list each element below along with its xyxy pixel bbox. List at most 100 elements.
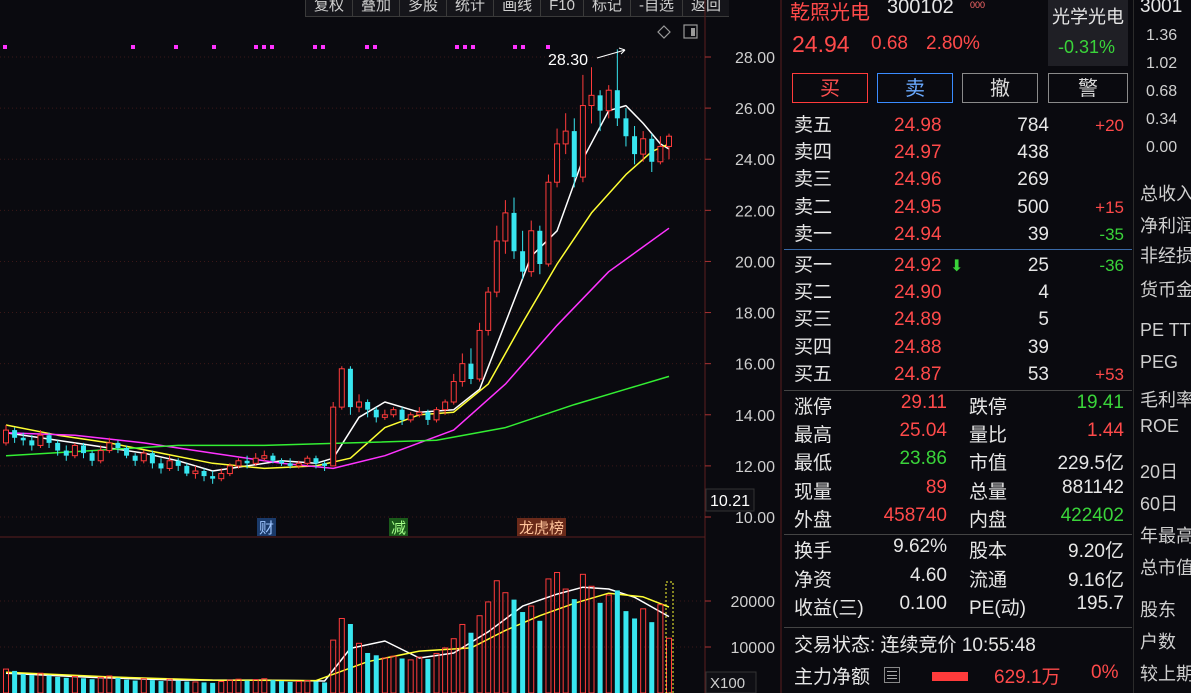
candle-body[interactable] [37, 434, 44, 446]
candle-body[interactable] [365, 402, 371, 410]
candle-body[interactable] [338, 368, 345, 408]
candle-body[interactable] [537, 230, 543, 264]
candle-body[interactable] [554, 143, 561, 183]
sell-button[interactable]: 卖 [877, 73, 953, 103]
candle-body[interactable] [295, 462, 302, 467]
candle-body[interactable] [571, 131, 577, 178]
candle-body[interactable] [184, 465, 190, 474]
candle-body[interactable] [124, 448, 130, 456]
candle-body[interactable] [502, 212, 509, 242]
candle-body[interactable] [468, 363, 474, 379]
candle-body[interactable] [632, 136, 638, 155]
candle-body[interactable] [149, 453, 155, 464]
candle-body[interactable] [115, 442, 121, 448]
ask-row[interactable]: 卖三 24.96 269 [784, 166, 1132, 193]
ob-delta: +15 [1095, 197, 1124, 217]
candle-body[interactable] [649, 138, 655, 162]
candle-body[interactable] [373, 409, 379, 418]
candle-body[interactable] [270, 455, 276, 461]
candle-body[interactable] [528, 230, 535, 273]
bid-row[interactable]: 买三 24.89 5 [784, 306, 1132, 333]
candle-body[interactable] [399, 409, 405, 420]
candle-body[interactable] [97, 450, 104, 462]
candle-body[interactable] [459, 363, 466, 383]
candle-body[interactable] [416, 411, 423, 416]
candle-body[interactable] [89, 453, 95, 461]
ask-row[interactable]: 卖二 24.95 500 +15 [784, 194, 1132, 221]
ask-row[interactable]: 卖五 24.98 784 +20 [784, 112, 1132, 139]
candle-body[interactable] [29, 440, 35, 446]
candle-body[interactable] [235, 460, 242, 467]
candle-body[interactable] [614, 90, 620, 119]
candle-body[interactable] [347, 368, 353, 408]
diamond-icon[interactable] [657, 25, 671, 39]
candle-body[interactable] [201, 471, 207, 477]
candle-body[interactable] [244, 460, 250, 464]
candle-body[interactable] [442, 401, 449, 411]
candle-body[interactable] [80, 445, 86, 454]
candle-body[interactable] [588, 94, 595, 107]
candle-body[interactable] [71, 444, 78, 457]
ask-row[interactable]: 卖一 24.94 39 -35 [784, 221, 1132, 248]
window-icon[interactable] [683, 24, 698, 39]
candle-body[interactable] [520, 251, 526, 272]
kline-chart[interactable]: 28.00 26.00 24.00 22.00 20.00 18.00 16.00 14.00… [0, 0, 784, 693]
candle-body[interactable] [166, 460, 173, 469]
candle-body[interactable] [210, 476, 216, 479]
candle-body[interactable] [20, 437, 26, 441]
alert-button[interactable]: 警 [1048, 73, 1128, 103]
candle-body[interactable] [330, 406, 337, 467]
candle-body[interactable] [279, 460, 285, 464]
candle-body[interactable] [261, 455, 268, 459]
candle-body[interactable] [623, 118, 629, 137]
candle-body[interactable] [666, 135, 672, 147]
candle-body[interactable] [132, 455, 138, 461]
candle-body[interactable] [12, 430, 18, 438]
bid-row[interactable]: 买五 24.87 53 +53 [784, 361, 1132, 388]
candle-body[interactable] [425, 412, 431, 420]
candle-body[interactable] [192, 470, 199, 475]
candle-body[interactable] [252, 457, 259, 464]
buy-button[interactable]: 买 [792, 73, 868, 103]
candle-body[interactable] [579, 105, 586, 178]
candle-body[interactable] [175, 460, 181, 466]
candle-body[interactable] [226, 465, 233, 475]
ask-row[interactable]: 卖四 24.97 438 [784, 139, 1132, 166]
event-marker-label[interactable]: 财 [259, 520, 274, 537]
candle-body[interactable] [3, 429, 9, 444]
candle-body[interactable] [218, 473, 225, 480]
candle-body[interactable] [476, 329, 483, 380]
candle-body[interactable] [493, 240, 500, 293]
event-marker-label[interactable]: 龙虎榜 [519, 520, 564, 537]
candle-body[interactable] [657, 145, 664, 163]
candle-body[interactable] [55, 442, 61, 451]
candle-body[interactable] [450, 381, 457, 403]
sector-box[interactable]: 光学光电 -0.31% [1048, 0, 1128, 66]
candle-body[interactable] [158, 463, 164, 469]
candle-body[interactable] [322, 463, 328, 466]
candle-body[interactable] [407, 414, 414, 421]
candle-body[interactable] [605, 89, 612, 112]
candle-body[interactable] [485, 291, 492, 331]
event-marker-label[interactable]: 减 [391, 520, 406, 537]
bid-row[interactable]: 买二 24.90 4 [784, 279, 1132, 306]
bid-row[interactable]: 买四 24.88 39 [784, 334, 1132, 361]
candle-body[interactable] [304, 457, 311, 464]
candle-body[interactable] [545, 181, 552, 265]
menu-icon[interactable] [884, 667, 900, 683]
candle-body[interactable] [46, 435, 52, 443]
candle-body[interactable] [381, 414, 388, 418]
candle-body[interactable] [597, 95, 603, 111]
candle-body[interactable] [511, 212, 517, 252]
candle-body[interactable] [106, 442, 113, 452]
candle-body[interactable] [433, 409, 440, 421]
candle-body[interactable] [640, 138, 647, 155]
candle-body[interactable] [63, 450, 69, 456]
candle-body[interactable] [356, 401, 363, 408]
candle-body[interactable] [287, 463, 293, 466]
candle-body[interactable] [140, 452, 147, 462]
candle-body[interactable] [562, 130, 569, 145]
cancel-order-button[interactable]: 撤 [962, 73, 1038, 103]
candle-body[interactable] [390, 409, 397, 416]
candle-body[interactable] [313, 458, 319, 464]
